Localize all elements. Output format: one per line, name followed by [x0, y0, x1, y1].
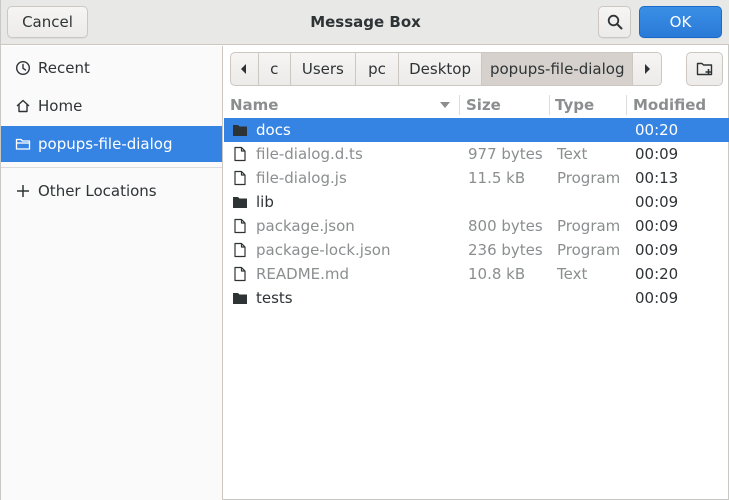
folder-icon — [233, 125, 247, 136]
file-size: 11.5 kB — [468, 169, 526, 187]
file-modified: 00:09 — [635, 241, 679, 259]
path-segment-pc[interactable]: pc — [356, 53, 399, 85]
file-name: docs — [256, 121, 291, 139]
column-header-label: Modified — [633, 96, 707, 114]
file-icon — [234, 266, 246, 282]
chevron-right-icon — [645, 64, 651, 74]
file-modified: 00:13 — [635, 169, 679, 187]
file-size: 236 bytes — [468, 241, 543, 259]
sidebar-item-label: Recent — [38, 59, 90, 77]
sidebar-item-other-locations[interactable]: Other Locations — [1, 173, 222, 209]
folder-icon — [233, 293, 247, 304]
file-type: Program — [557, 217, 621, 235]
sidebar-item-label: Other Locations — [38, 182, 157, 200]
file-icon — [234, 218, 246, 234]
places-sidebar: Recent Home popups-file-dialog Other Loc… — [1, 46, 223, 500]
file-size: 10.8 kB — [468, 265, 526, 283]
table-row[interactable]: file-dialog.js 11.5 kB Program 00:13 — [224, 166, 729, 190]
file-name: package.json — [256, 217, 355, 235]
sidebar-item-label: popups-file-dialog — [38, 135, 173, 153]
file-type: Text — [557, 145, 588, 163]
file-icon — [234, 170, 246, 186]
file-modified: 00:09 — [635, 217, 679, 235]
file-size: 977 bytes — [468, 145, 543, 163]
plus-icon — [15, 183, 31, 199]
file-name: README.md — [256, 265, 350, 283]
new-folder-button[interactable] — [686, 52, 723, 86]
column-header-name[interactable]: Name — [230, 93, 458, 117]
path-segment-c[interactable]: c — [259, 53, 291, 85]
table-row[interactable]: docs 00:20 — [224, 118, 729, 142]
column-header-modified[interactable]: Modified — [633, 93, 728, 117]
search-button[interactable] — [598, 6, 631, 38]
sidebar-item-home[interactable]: Home — [1, 88, 222, 124]
table-row[interactable]: README.md 10.8 kB Text 00:20 — [224, 262, 729, 286]
folder-icon — [15, 136, 31, 152]
file-icon — [234, 146, 246, 162]
folder-icon — [233, 197, 247, 208]
file-list: Name Size Type Modified docs 00:20 file-… — [224, 93, 729, 500]
file-name: file-dialog.js — [256, 169, 347, 187]
file-size: 800 bytes — [468, 217, 543, 235]
header-bar: Cancel Message Box OK — [1, 0, 729, 45]
path-scroll-right-button[interactable] — [633, 53, 661, 85]
sidebar-item-label: Home — [38, 97, 83, 115]
sidebar-separator — [1, 167, 222, 168]
file-name: file-dialog.d.ts — [256, 145, 363, 163]
file-type: Program — [557, 169, 621, 187]
column-header-label: Type — [555, 96, 595, 114]
path-segment-popups-file-dialog[interactable]: popups-file-dialog — [482, 53, 634, 85]
file-modified: 00:20 — [635, 265, 679, 283]
column-separator — [626, 95, 627, 115]
file-icon — [234, 242, 246, 258]
home-icon — [15, 98, 31, 114]
chevron-left-icon — [241, 64, 247, 74]
file-modified: 00:09 — [635, 193, 679, 211]
sidebar-item-popups-file-dialog[interactable]: popups-file-dialog — [1, 126, 222, 162]
column-header-size[interactable]: Size — [466, 93, 546, 117]
cancel-button[interactable]: Cancel — [7, 6, 88, 38]
column-header-label: Name — [230, 96, 279, 114]
folder-new-icon — [696, 62, 712, 76]
column-separator — [549, 95, 550, 115]
column-separator — [459, 95, 460, 115]
table-row[interactable]: package-lock.json 236 bytes Program 00:0… — [224, 238, 729, 262]
path-segment-desktop[interactable]: Desktop — [399, 53, 483, 85]
column-header-label: Size — [466, 96, 501, 114]
path-scroll-left-button[interactable] — [231, 53, 259, 85]
file-modified: 00:09 — [635, 289, 679, 307]
file-type: Program — [557, 241, 621, 259]
sort-descending-icon — [440, 102, 450, 108]
file-name: lib — [256, 193, 274, 211]
column-header-type[interactable]: Type — [555, 93, 625, 117]
file-name: package-lock.json — [256, 241, 391, 259]
path-bar: c Users pc Desktop popups-file-dialog — [230, 52, 662, 86]
file-name: tests — [256, 289, 293, 307]
file-modified: 00:09 — [635, 145, 679, 163]
search-icon — [607, 14, 622, 30]
sidebar-item-recent[interactable]: Recent — [1, 50, 222, 86]
table-row[interactable]: lib 00:09 — [224, 190, 729, 214]
table-row[interactable]: tests 00:09 — [224, 286, 729, 310]
file-type: Text — [557, 265, 588, 283]
path-segment-users[interactable]: Users — [291, 53, 357, 85]
ok-button[interactable]: OK — [639, 6, 722, 38]
file-modified: 00:20 — [635, 121, 679, 139]
table-row[interactable]: package.json 800 bytes Program 00:09 — [224, 214, 729, 238]
table-row[interactable]: file-dialog.d.ts 977 bytes Text 00:09 — [224, 142, 729, 166]
file-chooser-window: Cancel Message Box OK Recent Home popups… — [0, 0, 729, 500]
clock-icon — [15, 60, 31, 76]
